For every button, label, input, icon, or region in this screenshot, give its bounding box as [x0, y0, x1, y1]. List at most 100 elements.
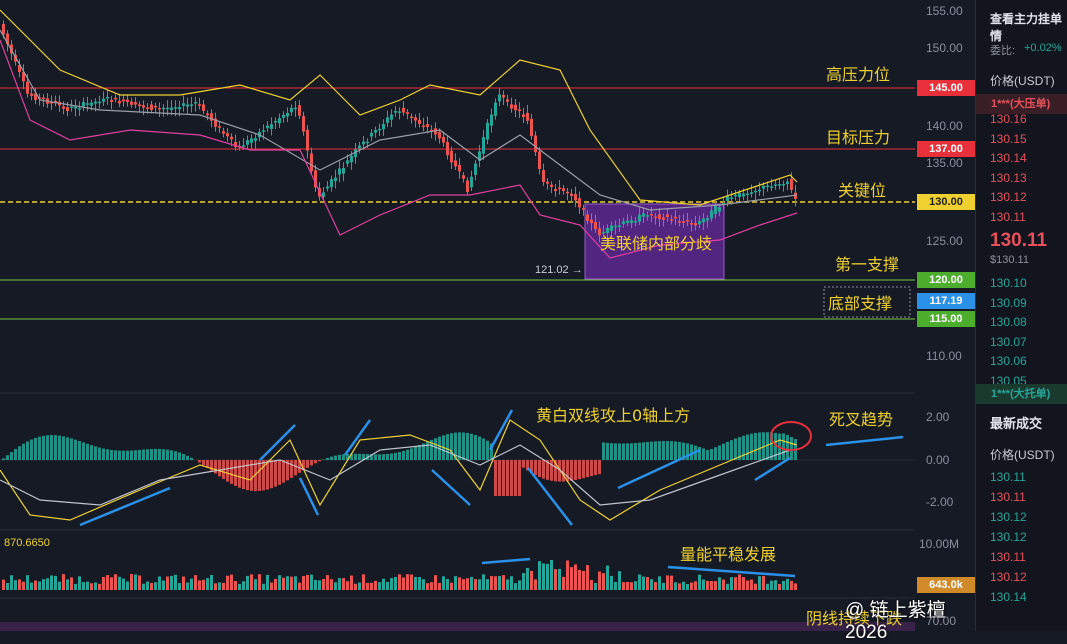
volume-bar — [442, 576, 445, 590]
volume-bar — [86, 582, 89, 590]
macd-bar — [334, 456, 337, 460]
candle-body — [174, 107, 177, 109]
candle-body — [578, 198, 581, 207]
annotation-bottom-support: 底部支撑 — [828, 290, 892, 314]
macd-bar — [162, 449, 165, 460]
volume-bar — [634, 581, 637, 590]
candle-body — [194, 102, 197, 104]
macd-bar — [182, 454, 185, 460]
macd-bar — [106, 449, 109, 460]
macd-bar — [646, 442, 649, 460]
chart-canvas — [0, 0, 975, 631]
volume-bar — [22, 582, 25, 590]
annotation-key-level: 关键位 — [838, 177, 886, 201]
candle-body — [650, 214, 653, 216]
candle-body — [266, 126, 269, 129]
macd-bar — [322, 459, 325, 460]
candle-body — [518, 109, 521, 111]
macd-bar — [754, 433, 757, 460]
trend-arrow — [826, 437, 903, 445]
volume-bar — [738, 574, 741, 590]
tab-latest-trades[interactable]: 最新成交 — [990, 413, 1042, 432]
macd-bar — [590, 460, 593, 476]
macd-bar — [2, 458, 5, 460]
volume-bar — [790, 581, 793, 590]
ask-row[interactable]: 130.15 — [990, 132, 1027, 146]
volume-bar — [222, 583, 225, 590]
candle-body — [134, 102, 137, 104]
candle-body — [66, 107, 69, 111]
candle-body — [742, 194, 745, 197]
candle-body — [566, 192, 569, 194]
volume-bar — [502, 575, 505, 590]
volume-bar — [402, 578, 405, 590]
orderbook-title[interactable]: 查看主力挂单情 — [990, 10, 1067, 44]
candle-body — [170, 108, 173, 111]
macd-bar — [486, 441, 489, 460]
candle-body — [110, 100, 113, 102]
price-chart[interactable]: 高压力位 目标压力 关键位 美联储内部分歧 第一支撑 底部支撑 黄白双线攻上0轴… — [0, 0, 975, 631]
macd-bar — [38, 437, 41, 460]
volume-bar — [338, 578, 341, 590]
candle-body — [618, 225, 621, 227]
candle-body — [502, 95, 505, 98]
macd-bar — [406, 450, 409, 460]
volume-bar — [406, 574, 409, 590]
macd-bar — [510, 460, 513, 496]
trade-row: 130.11 — [990, 470, 1026, 484]
trade-row: 130.14 — [990, 590, 1027, 604]
volume-bar — [630, 582, 633, 590]
candle-body — [570, 194, 573, 196]
macd-bar — [282, 460, 285, 483]
volume-bar — [638, 574, 641, 590]
macd-bar — [542, 460, 545, 479]
candle-body — [298, 105, 301, 115]
macd-bar — [670, 441, 673, 460]
ask-row[interactable]: 130.14 — [990, 151, 1027, 165]
volume-bar — [430, 582, 433, 590]
volume-bar — [294, 576, 297, 590]
bid-row[interactable]: 130.08 — [990, 315, 1027, 329]
macd-bar — [354, 454, 357, 460]
ask-row[interactable]: 130.16 — [990, 112, 1027, 126]
bid-row[interactable]: 130.09 — [990, 296, 1027, 310]
volume-bar — [214, 583, 217, 590]
volume-bar — [390, 578, 393, 590]
volume-bar — [562, 577, 565, 590]
macd-bar — [578, 460, 581, 479]
volume-bar — [542, 563, 545, 590]
candle-body — [362, 142, 365, 145]
volume-bar — [142, 584, 145, 590]
bid-row[interactable]: 130.10 — [990, 276, 1027, 290]
volume-bar — [78, 576, 81, 590]
ask-row[interactable]: 130.13 — [990, 171, 1027, 185]
trades-header: 价格(USDT) — [990, 446, 1055, 463]
macd-bar — [662, 441, 665, 460]
bid-row[interactable]: 130.07 — [990, 335, 1027, 349]
candle-body — [26, 82, 29, 94]
macd-bar — [26, 441, 29, 460]
annotation-volume-note: 量能平稳发展 — [680, 541, 776, 565]
candle-body — [186, 105, 189, 107]
trend-arrow — [300, 478, 318, 515]
macd-bar — [602, 442, 605, 460]
volume-bar — [526, 568, 529, 590]
macd-bar — [130, 451, 133, 460]
price-tick: 150.00 — [926, 41, 963, 55]
candle-body — [714, 206, 717, 214]
ask-row[interactable]: 130.12 — [990, 190, 1027, 204]
level-label-145: 145.00 — [917, 80, 975, 96]
macd-bar — [122, 451, 125, 460]
candle-body — [202, 104, 205, 110]
candle-body — [522, 114, 525, 117]
trade-row: 130.12 — [990, 510, 1027, 524]
macd-bar — [294, 460, 297, 475]
volume-bar — [522, 573, 525, 590]
volume-bar — [506, 579, 509, 590]
volume-bar — [10, 575, 13, 590]
volume-bar — [206, 578, 209, 590]
bid-row[interactable]: 130.06 — [990, 354, 1027, 368]
bollinger-upper — [0, 10, 797, 205]
ask-row[interactable]: 130.11 — [990, 210, 1026, 224]
macd-bar — [378, 454, 381, 460]
